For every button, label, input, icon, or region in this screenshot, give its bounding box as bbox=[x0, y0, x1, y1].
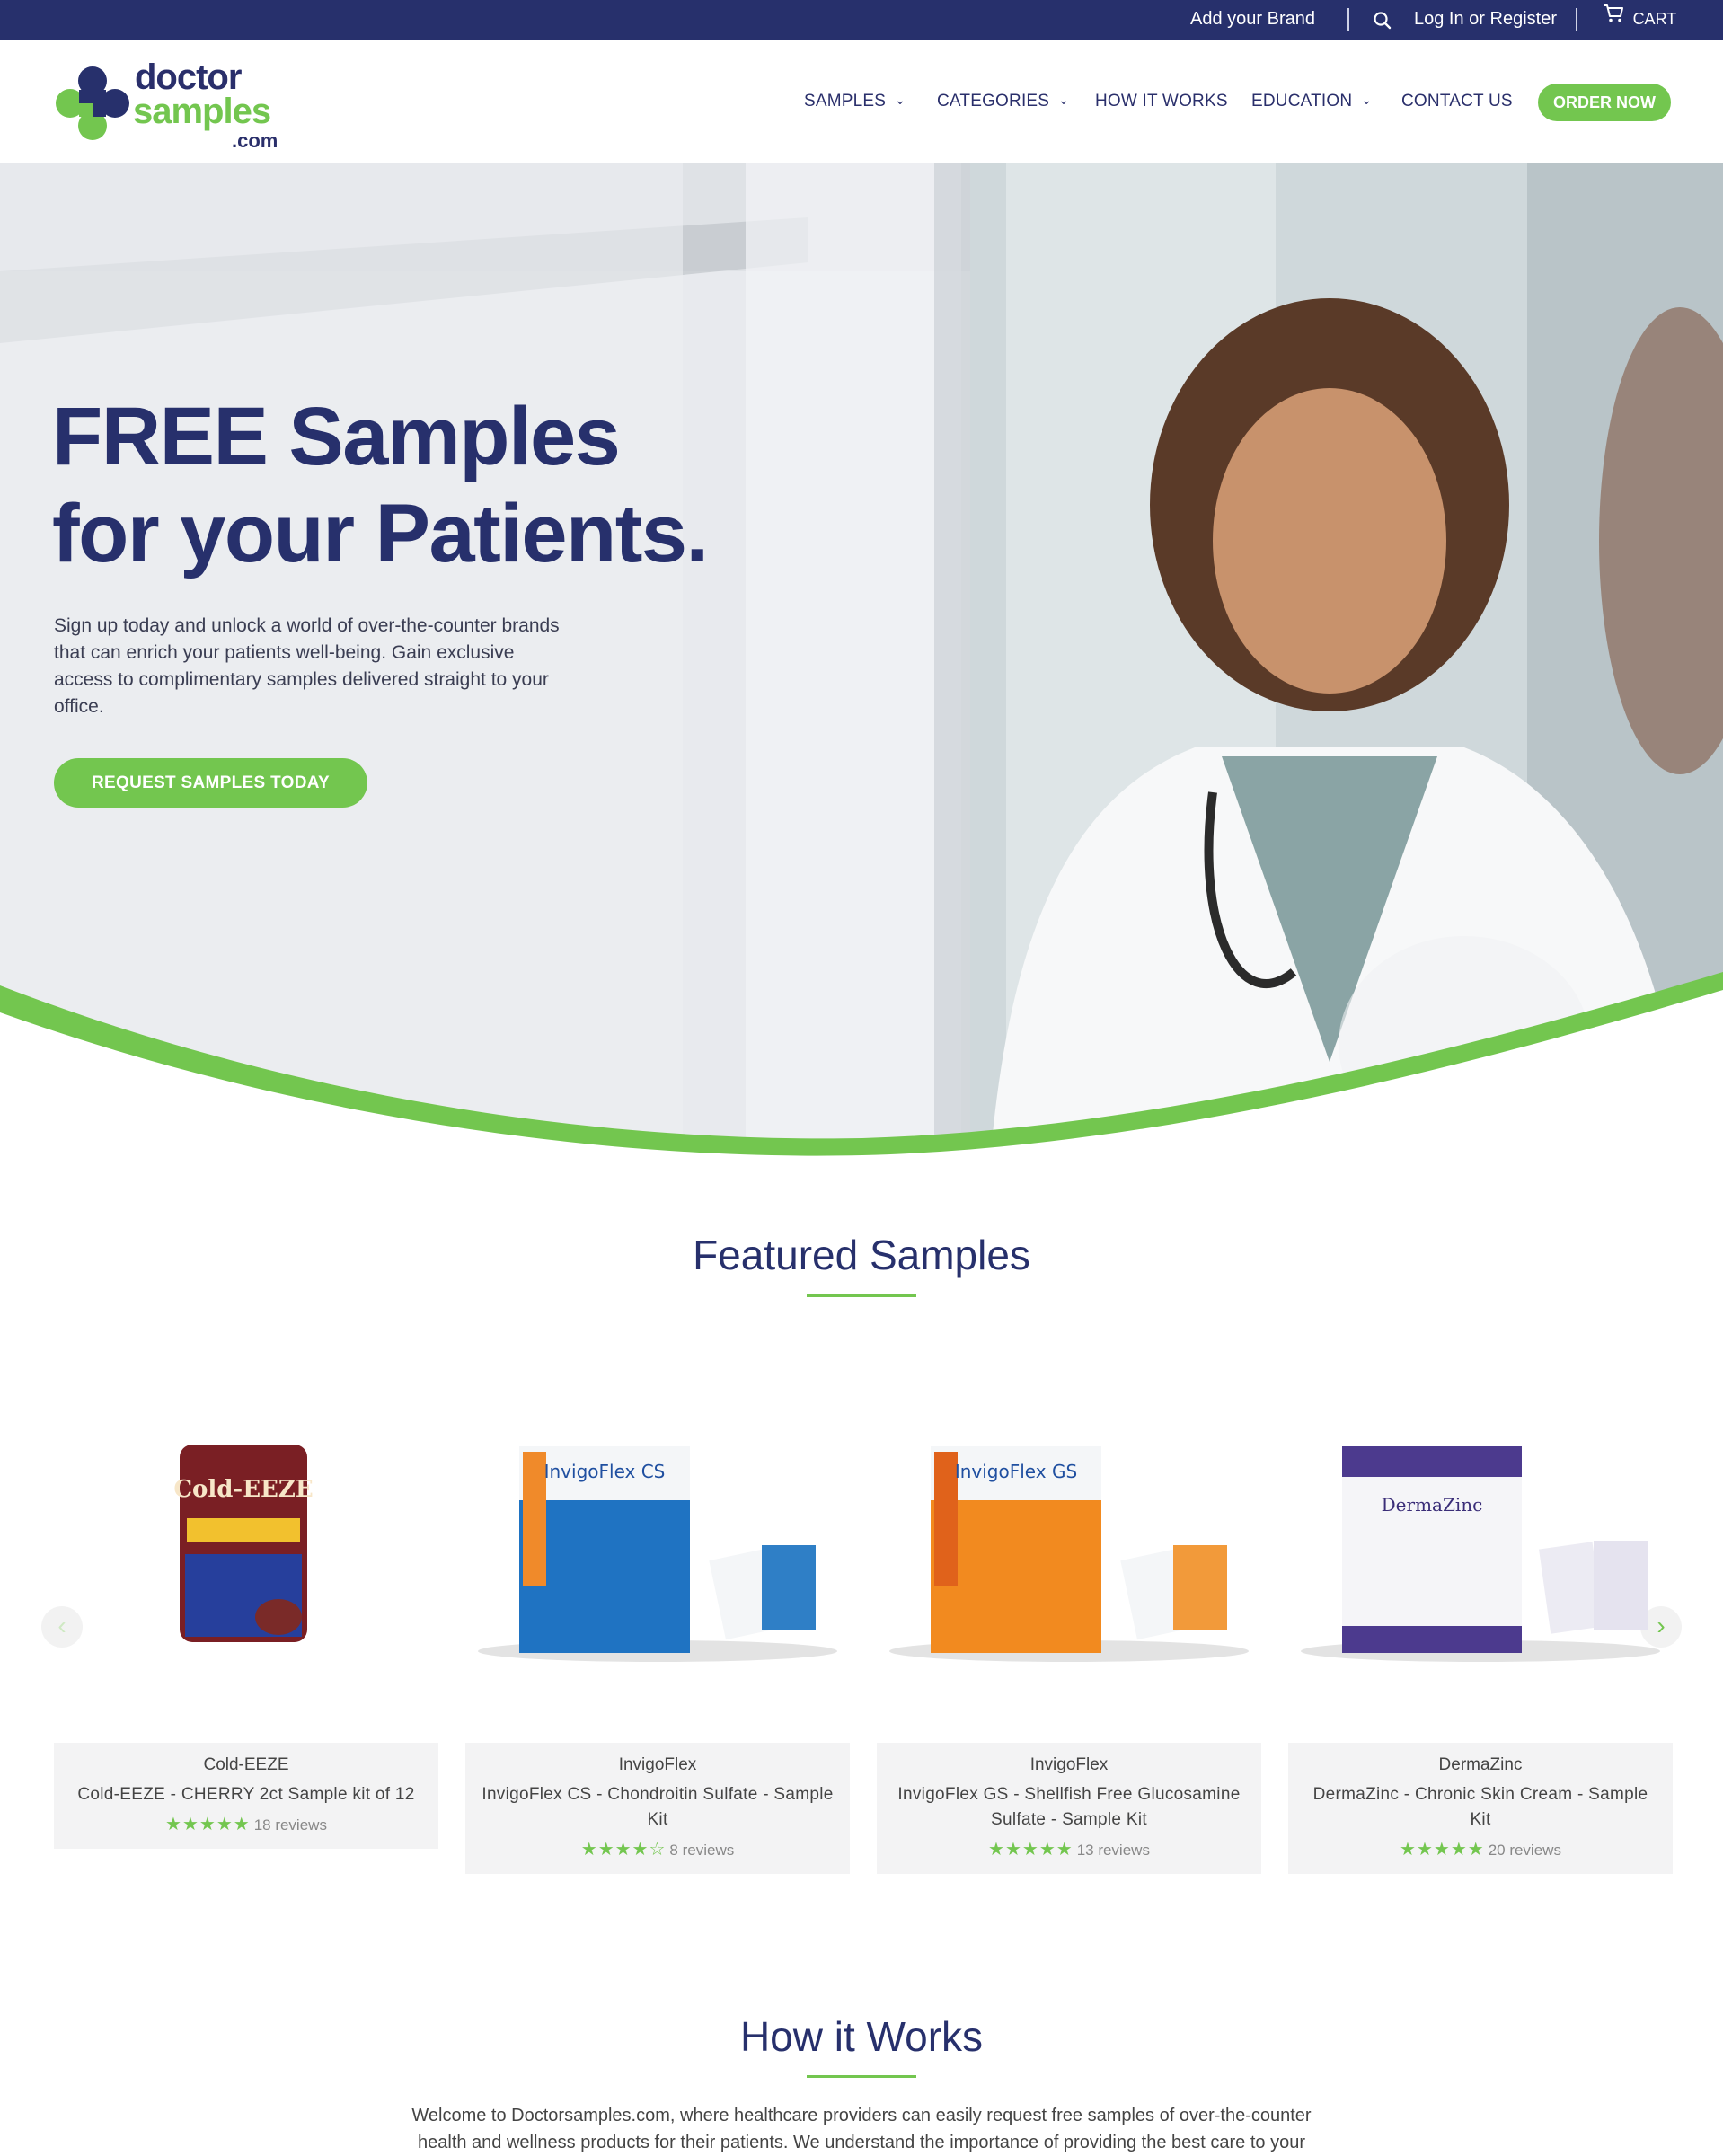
cart-icon bbox=[1603, 0, 1624, 37]
product-brand: InvigoFlex bbox=[1029, 1755, 1109, 1774]
hero-title: FREE Samples for your Patients. bbox=[52, 388, 709, 582]
product-image[interactable]: DermaZinc bbox=[1288, 1419, 1673, 1671]
review-count: 8 reviews bbox=[669, 1842, 735, 1859]
product-rating: ★★★★★ 20 reviews bbox=[1303, 1838, 1658, 1860]
product-image-label: InvigoFlex GS bbox=[955, 1461, 1077, 1482]
product-name[interactable]: InvigoFlex CS - Chondroitin Sulfate - Sa… bbox=[480, 1782, 835, 1833]
hero-title-line-2: for your Patients. bbox=[52, 488, 709, 579]
product-brand: DermaZinc bbox=[1438, 1755, 1523, 1774]
star-rating-icon: ★★★★★ bbox=[1400, 1840, 1485, 1860]
featured-samples-title: Featured Samples bbox=[693, 1232, 1030, 1278]
search-icon[interactable] bbox=[1373, 1, 1392, 40]
product-name[interactable]: Cold-EEZE - CHERRY 2ct Sample kit of 12 bbox=[68, 1782, 424, 1807]
star-rating-icon: ★★★★☆ bbox=[580, 1840, 667, 1860]
product-image-label: InvigoFlex CS bbox=[544, 1461, 666, 1482]
product-image[interactable]: Cold-EEZE bbox=[54, 1419, 438, 1671]
how-it-works-description: Welcome to Doctorsamples.com, where heal… bbox=[411, 2106, 1312, 2152]
nav-education-label: EDUCATION bbox=[1251, 92, 1353, 110]
product-card[interactable]: InvigoFlex InvigoFlex GS - Shellfish Fre… bbox=[877, 1743, 1261, 1874]
topbar-divider bbox=[1347, 8, 1349, 31]
add-brand-link[interactable]: Add your Brand bbox=[1190, 0, 1315, 40]
product-rating: ★★★★★ 18 reviews bbox=[68, 1813, 424, 1835]
hero-banner: FREE Samples for your Patients. Sign up … bbox=[0, 163, 1723, 1188]
review-count: 20 reviews bbox=[1488, 1842, 1561, 1859]
topbar-divider bbox=[1576, 8, 1577, 31]
chevron-down-icon: ⌄ bbox=[895, 93, 906, 107]
nav-contact-us[interactable]: CONTACT US bbox=[1401, 92, 1513, 111]
product-brand: Cold-EEZE bbox=[203, 1755, 289, 1774]
nav-how-it-works[interactable]: HOW IT WORKS bbox=[1095, 92, 1228, 111]
cart-link[interactable]: CART bbox=[1603, 0, 1676, 40]
logo-text-com: .com bbox=[232, 129, 278, 152]
hero-title-line-1: FREE Samples bbox=[52, 391, 621, 482]
product-image[interactable]: InvigoFlex GS bbox=[877, 1419, 1261, 1671]
site-header: doctor samples .com SAMPLES ⌄ CATEGORIES ⌄… bbox=[0, 40, 1723, 163]
product-name[interactable]: InvigoFlex GS - Shellfish Free Glucosami… bbox=[891, 1782, 1247, 1833]
product-image[interactable]: InvigoFlex CS bbox=[465, 1419, 850, 1671]
nav-samples[interactable]: SAMPLES ⌄ bbox=[804, 92, 906, 111]
product-image-label: Cold-EEZE bbox=[173, 1476, 313, 1503]
chevron-down-icon: ⌄ bbox=[1361, 93, 1373, 107]
product-name[interactable]: DermaZinc - Chronic Skin Cream - Sample … bbox=[1303, 1782, 1658, 1833]
nav-categories[interactable]: CATEGORIES ⌄ bbox=[937, 92, 1069, 111]
how-it-works-title: How it Works bbox=[739, 2013, 984, 2060]
review-count: 18 reviews bbox=[253, 1816, 327, 1833]
product-rating: ★★★★☆ 8 reviews bbox=[480, 1838, 835, 1860]
star-rating-icon: ★★★★★ bbox=[988, 1840, 1074, 1860]
logo-text-samples: samples bbox=[133, 92, 271, 131]
nav-categories-label: CATEGORIES bbox=[937, 92, 1050, 110]
request-samples-button[interactable]: REQUEST SAMPLES TODAY bbox=[54, 758, 367, 808]
product-card[interactable]: Cold-EEZE Cold-EEZE - CHERRY 2ct Sample … bbox=[54, 1743, 438, 1849]
product-card[interactable]: DermaZinc DermaZinc - Chronic Skin Cream… bbox=[1288, 1743, 1673, 1874]
product-brand: InvigoFlex bbox=[618, 1755, 697, 1774]
star-rating-icon: ★★★★★ bbox=[165, 1815, 251, 1834]
cart-label: CART bbox=[1632, 10, 1677, 28]
nav-education[interactable]: EDUCATION ⌄ bbox=[1251, 92, 1372, 111]
logo-mark-icon bbox=[56, 66, 129, 140]
top-utility-bar: Add your Brand Log In or Register CART bbox=[0, 0, 1723, 40]
chevron-down-icon: ⌄ bbox=[1058, 93, 1070, 107]
login-register-link[interactable]: Log In or Register bbox=[1414, 0, 1557, 40]
title-underline bbox=[807, 2075, 916, 2078]
order-now-button[interactable]: ORDER NOW bbox=[1538, 84, 1671, 121]
nav-samples-label: SAMPLES bbox=[804, 92, 887, 110]
hero-description: Sign up today and unlock a world of over… bbox=[54, 615, 560, 717]
title-underline bbox=[807, 1294, 916, 1297]
product-image-label: DermaZinc bbox=[1382, 1494, 1483, 1515]
product-card[interactable]: InvigoFlex InvigoFlex CS - Chondroitin S… bbox=[465, 1743, 850, 1874]
site-logo[interactable]: doctor samples .com bbox=[52, 57, 295, 158]
product-rating: ★★★★★ 13 reviews bbox=[891, 1838, 1247, 1860]
review-count: 13 reviews bbox=[1076, 1842, 1150, 1859]
